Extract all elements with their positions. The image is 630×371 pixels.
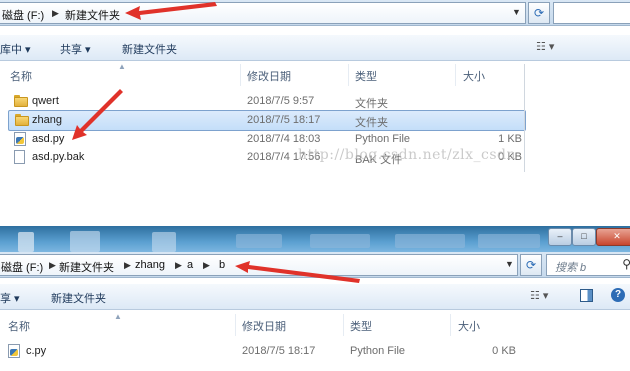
arrow-to-path: [235, 261, 360, 283]
explorer-window-top: 磁盘 (F:) ▶ 新建文件夹 ▼ ⟳ 库中 ▾ 共享 ▾ 新建文件夹 ☷ ▾ …: [0, 0, 630, 172]
annotation-arrows: [72, 2, 217, 140]
annotation-arrows: [235, 261, 360, 283]
explorer-window-bottom: – □ ✕ 磁盘 (F:) ▶ 新建文件夹 ▶ zhang ▶ a ▶ b ▼ …: [0, 226, 630, 371]
arrow-to-breadcrumb: [125, 2, 217, 20]
arrow-to-asd-py: [72, 89, 123, 140]
